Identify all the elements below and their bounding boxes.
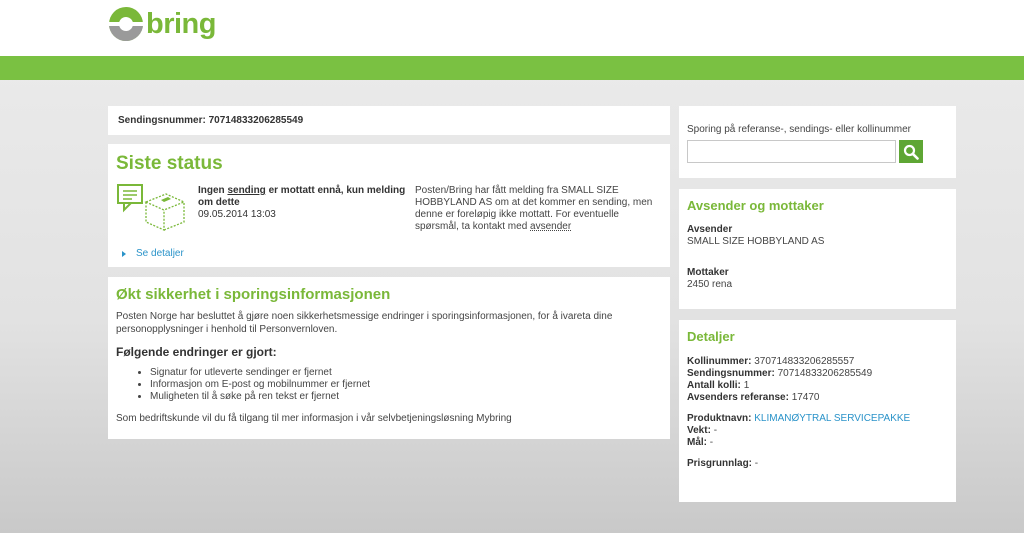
sender-reference-row: Avsenders referanse: 17470 — [687, 392, 820, 403]
status-message: Ingen sending er mottatt ennå, kun meldi… — [198, 185, 406, 208]
sender-link[interactable]: avsender — [530, 221, 571, 232]
sender-value: SMALL SIZE HOBBYLAND AS — [687, 236, 825, 247]
security-info-panel: Økt sikkerhet i sporingsinformasjonen Po… — [108, 277, 670, 439]
see-details-link[interactable]: Se detaljer — [122, 248, 184, 259]
status-note: Posten/Bring har fått melding fra SMALL … — [415, 185, 653, 232]
bring-logo-icon — [109, 7, 143, 41]
triangle-right-icon — [122, 250, 126, 257]
security-subtitle: Følgende endringer er gjort: — [116, 345, 277, 359]
status-timestamp: 09.05.2014 13:03 — [198, 209, 276, 220]
list-item: Informasjon om E-post og mobilnummer er … — [150, 379, 662, 391]
details-panel: Detaljer Kollinummer: 370714833206285557… — [679, 320, 956, 502]
security-intro: Posten Norge har besluttet å gjøre noen … — [116, 311, 613, 335]
receiver-label: Mottaker — [687, 267, 729, 278]
shipment-number-row: Sendingsnummer: 70714833206285549 — [687, 368, 873, 379]
product-link[interactable]: KLIMANØYTRAL SERVICEPAKKE — [754, 413, 910, 424]
search-button[interactable] — [899, 140, 923, 163]
logo-text: bring — [146, 7, 217, 40]
shipment-number-label: Sendingsnummer: — [118, 115, 206, 126]
package-count-row: Antall kolli: 1 — [687, 380, 750, 391]
security-footer: Som bedriftskunde vil du få tilgang til … — [116, 413, 512, 424]
status-title: Siste status — [116, 153, 223, 174]
status-message-block: Ingen sending er mottatt ennå, kun meldi… — [198, 185, 410, 221]
search-icon — [903, 144, 919, 160]
brand-bar — [0, 56, 1024, 80]
see-details-label: Se detaljer — [136, 248, 184, 259]
header: bring — [0, 0, 1024, 56]
status-panel: Siste status Ingen sending er mottatt en… — [108, 144, 670, 267]
search-row — [687, 140, 948, 163]
tracking-search-panel: Sporing på referanse-, sendings- eller k… — [679, 106, 956, 178]
shipment-number-value: 70714833206285549 — [208, 115, 304, 126]
price-basis-row: Prisgrunnlag: - — [687, 458, 759, 469]
package-number-row: Kollinummer: 370714833206285557 — [687, 356, 855, 367]
search-input[interactable] — [687, 140, 896, 163]
bring-logo[interactable]: bring — [108, 6, 217, 42]
shipment-number-panel: Sendingsnummer: 70714833206285549 — [108, 106, 670, 135]
weight-row: Vekt: - — [687, 425, 718, 436]
list-item: Muligheten til å søke på ren tekst er fj… — [150, 391, 662, 403]
dimensions-row: Mål: - — [687, 437, 714, 448]
sending-link[interactable]: sending — [227, 185, 265, 196]
receiver-value: 2450 rena — [687, 279, 733, 290]
security-title: Økt sikkerhet i sporingsinformasjonen — [116, 286, 391, 303]
product-name-row: Produktnavn: KLIMANØYTRAL SERVICEPAKKE — [687, 413, 911, 424]
security-change-list: Signatur for utleverte sendinger er fjer… — [150, 367, 662, 403]
sender-label: Avsender — [687, 224, 733, 235]
search-label: Sporing på referanse-, sendings- eller k… — [687, 124, 911, 135]
details-title: Detaljer — [687, 329, 735, 344]
sender-receiver-panel: Avsender og mottaker Avsender SMALL SIZE… — [679, 189, 956, 309]
package-notice-icon — [117, 184, 186, 232]
list-item: Signatur for utleverte sendinger er fjer… — [150, 367, 662, 379]
sender-receiver-title: Avsender og mottaker — [687, 198, 824, 213]
